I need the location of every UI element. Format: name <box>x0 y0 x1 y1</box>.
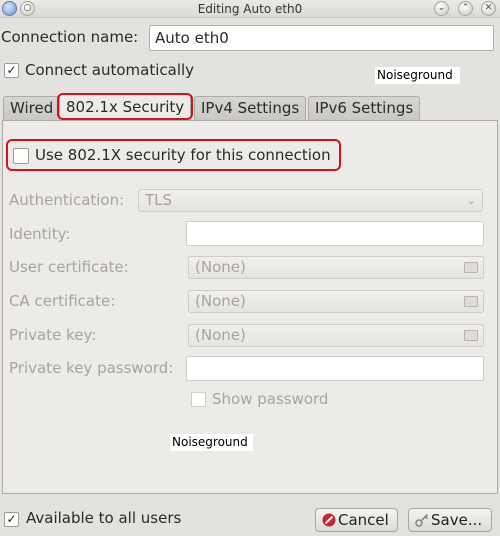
noise-label-bottom: Noiseground <box>170 434 253 451</box>
identity-input[interactable] <box>186 221 484 246</box>
save-button[interactable]: Save... <box>408 508 492 532</box>
cancel-label: Cancel <box>338 511 389 529</box>
connection-name-input[interactable]: Auto eth0 <box>149 25 494 51</box>
connection-name-label: Connection name: <box>1 28 139 46</box>
key-icon <box>415 513 429 527</box>
minimize-button[interactable]: ⌄ <box>434 1 449 16</box>
private-key-value: (None) <box>195 326 246 344</box>
file-chooser-icon <box>464 330 478 341</box>
ca-certificate-value: (None) <box>195 292 246 310</box>
title-bar: ○ Editing Auto eth0 ⌄ ⌃ ✕ <box>0 0 500 18</box>
highlight-checkbox <box>6 139 341 171</box>
private-key-picker[interactable]: (None) <box>188 324 484 347</box>
noise-label-top: Noiseground <box>375 67 460 84</box>
connect-automatically-label: Connect automatically <box>25 61 195 79</box>
show-password-checkbox[interactable] <box>191 392 206 407</box>
tab-ipv6-settings[interactable]: IPv6 Settings <box>308 96 421 120</box>
private-key-password-label: Private key password: <box>9 359 174 377</box>
window-title: Editing Auto eth0 <box>197 2 303 16</box>
authentication-label: Authentication: <box>9 191 125 209</box>
authentication-dropdown[interactable]: TLS ⌄ <box>138 189 483 212</box>
user-certificate-label: User certificate: <box>9 258 129 276</box>
close-button[interactable]: ✕ <box>481 1 496 16</box>
save-label: Save... <box>431 511 483 529</box>
private-key-password-input[interactable] <box>186 356 484 381</box>
tab-ipv4-settings[interactable]: IPv4 Settings <box>194 96 307 120</box>
tab-wired[interactable]: Wired <box>3 96 61 120</box>
cancel-icon <box>322 513 336 527</box>
ca-certificate-picker[interactable]: (None) <box>188 290 484 313</box>
authentication-value: TLS <box>145 191 173 209</box>
maximize-button[interactable]: ⌃ <box>458 1 473 16</box>
user-certificate-picker[interactable]: (None) <box>188 256 484 279</box>
available-to-all-users-checkbox[interactable]: ✓ <box>4 512 19 527</box>
highlight-tab <box>57 93 193 120</box>
connect-automatically-checkbox[interactable]: ✓ <box>4 63 19 78</box>
file-chooser-icon <box>464 262 478 273</box>
show-password-label: Show password <box>212 390 329 408</box>
available-to-all-users-label: Available to all users <box>26 509 182 527</box>
private-key-label: Private key: <box>9 326 97 344</box>
user-certificate-value: (None) <box>195 258 246 276</box>
ca-certificate-label: CA certificate: <box>9 292 116 310</box>
cancel-button[interactable]: Cancel <box>315 508 398 532</box>
identity-label: Identity: <box>9 225 71 243</box>
chevron-down-icon: ⌄ <box>466 194 476 207</box>
file-chooser-icon <box>464 296 478 307</box>
